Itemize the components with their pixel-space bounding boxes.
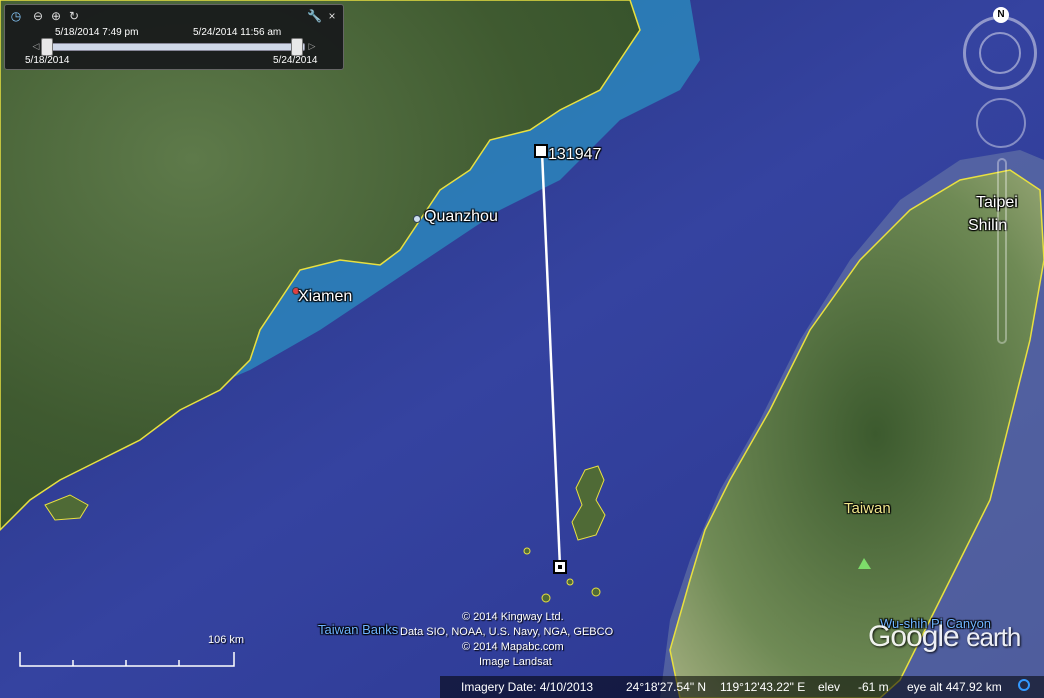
current-start-date: 5/18/2014 7:49 pm bbox=[55, 27, 139, 38]
time-slider-panel: ◷ ⊖ ⊕ ↻ 🔧 × 5/18/2014 7:49 pm 5/24/2014 … bbox=[4, 4, 344, 70]
streaming-status-icon bbox=[1018, 679, 1030, 691]
look-joystick[interactable] bbox=[979, 32, 1021, 74]
range-start-date: 5/18/2014 bbox=[25, 55, 70, 66]
track-start-marker[interactable] bbox=[534, 144, 548, 158]
credit-landsat: Image Landsat bbox=[479, 656, 552, 668]
range-end-date: 5/24/2014 bbox=[273, 55, 318, 66]
logo-earth: earth bbox=[966, 622, 1021, 652]
place-label-quanzhou[interactable]: Quanzhou bbox=[424, 208, 498, 226]
look-around-control[interactable] bbox=[963, 16, 1037, 90]
time-slider-track[interactable] bbox=[47, 43, 305, 51]
step-back-icon[interactable]: ◁ bbox=[31, 41, 41, 51]
credit-kingway: © 2014 Kingway Ltd. bbox=[462, 611, 564, 623]
credit-data-sources: Data SIO, NOAA, U.S. Navy, NGA, GEBCO bbox=[400, 626, 614, 638]
zoom-slider[interactable] bbox=[997, 158, 1007, 344]
elevation-readout: -61 m bbox=[858, 680, 889, 694]
elevation-label: elev bbox=[818, 680, 841, 694]
step-forward-icon[interactable]: ▷ bbox=[307, 41, 317, 51]
imagery-date: Imagery Date: 4/10/2013 bbox=[461, 680, 594, 694]
zoom-out-time-icon[interactable]: ⊖ bbox=[31, 9, 45, 23]
track-end-marker-center bbox=[558, 565, 562, 569]
latitude-readout: 24°18'27.54" N bbox=[626, 680, 707, 694]
credit-mapabc: © 2014 Mapabc.com bbox=[462, 641, 564, 653]
scale-label: 106 km bbox=[208, 634, 245, 646]
place-label-taiwan-banks[interactable]: Taiwan Banks bbox=[318, 622, 398, 637]
scale-bar bbox=[19, 652, 235, 667]
time-slider-end-handle[interactable] bbox=[291, 38, 303, 56]
play-icon[interactable]: ↻ bbox=[67, 9, 81, 23]
clock-icon[interactable]: ◷ bbox=[9, 9, 23, 23]
time-slider-start-handle[interactable] bbox=[41, 38, 53, 56]
north-compass-icon[interactable]: N bbox=[993, 7, 1009, 23]
close-icon[interactable]: × bbox=[325, 9, 339, 23]
longitude-readout: 119°12'43.22" E bbox=[720, 680, 806, 694]
move-control[interactable] bbox=[976, 98, 1026, 148]
zoom-in-time-icon[interactable]: ⊕ bbox=[49, 9, 63, 23]
current-end-date: 5/24/2014 11:56 am bbox=[193, 27, 282, 38]
place-label-xiamen[interactable]: Xiamen bbox=[298, 288, 352, 306]
logo-google: Google bbox=[868, 620, 960, 653]
track-marker-label[interactable]: 131947 bbox=[548, 146, 601, 164]
quanzhou-dot-icon[interactable] bbox=[413, 215, 421, 223]
satellite-map[interactable] bbox=[0, 0, 1044, 698]
settings-wrench-icon[interactable]: 🔧 bbox=[307, 9, 322, 23]
place-label-taiwan[interactable]: Taiwan bbox=[844, 500, 891, 517]
eye-altitude-readout: eye alt 447.92 km bbox=[907, 680, 1002, 694]
google-earth-logo: Google earth bbox=[868, 620, 1021, 654]
